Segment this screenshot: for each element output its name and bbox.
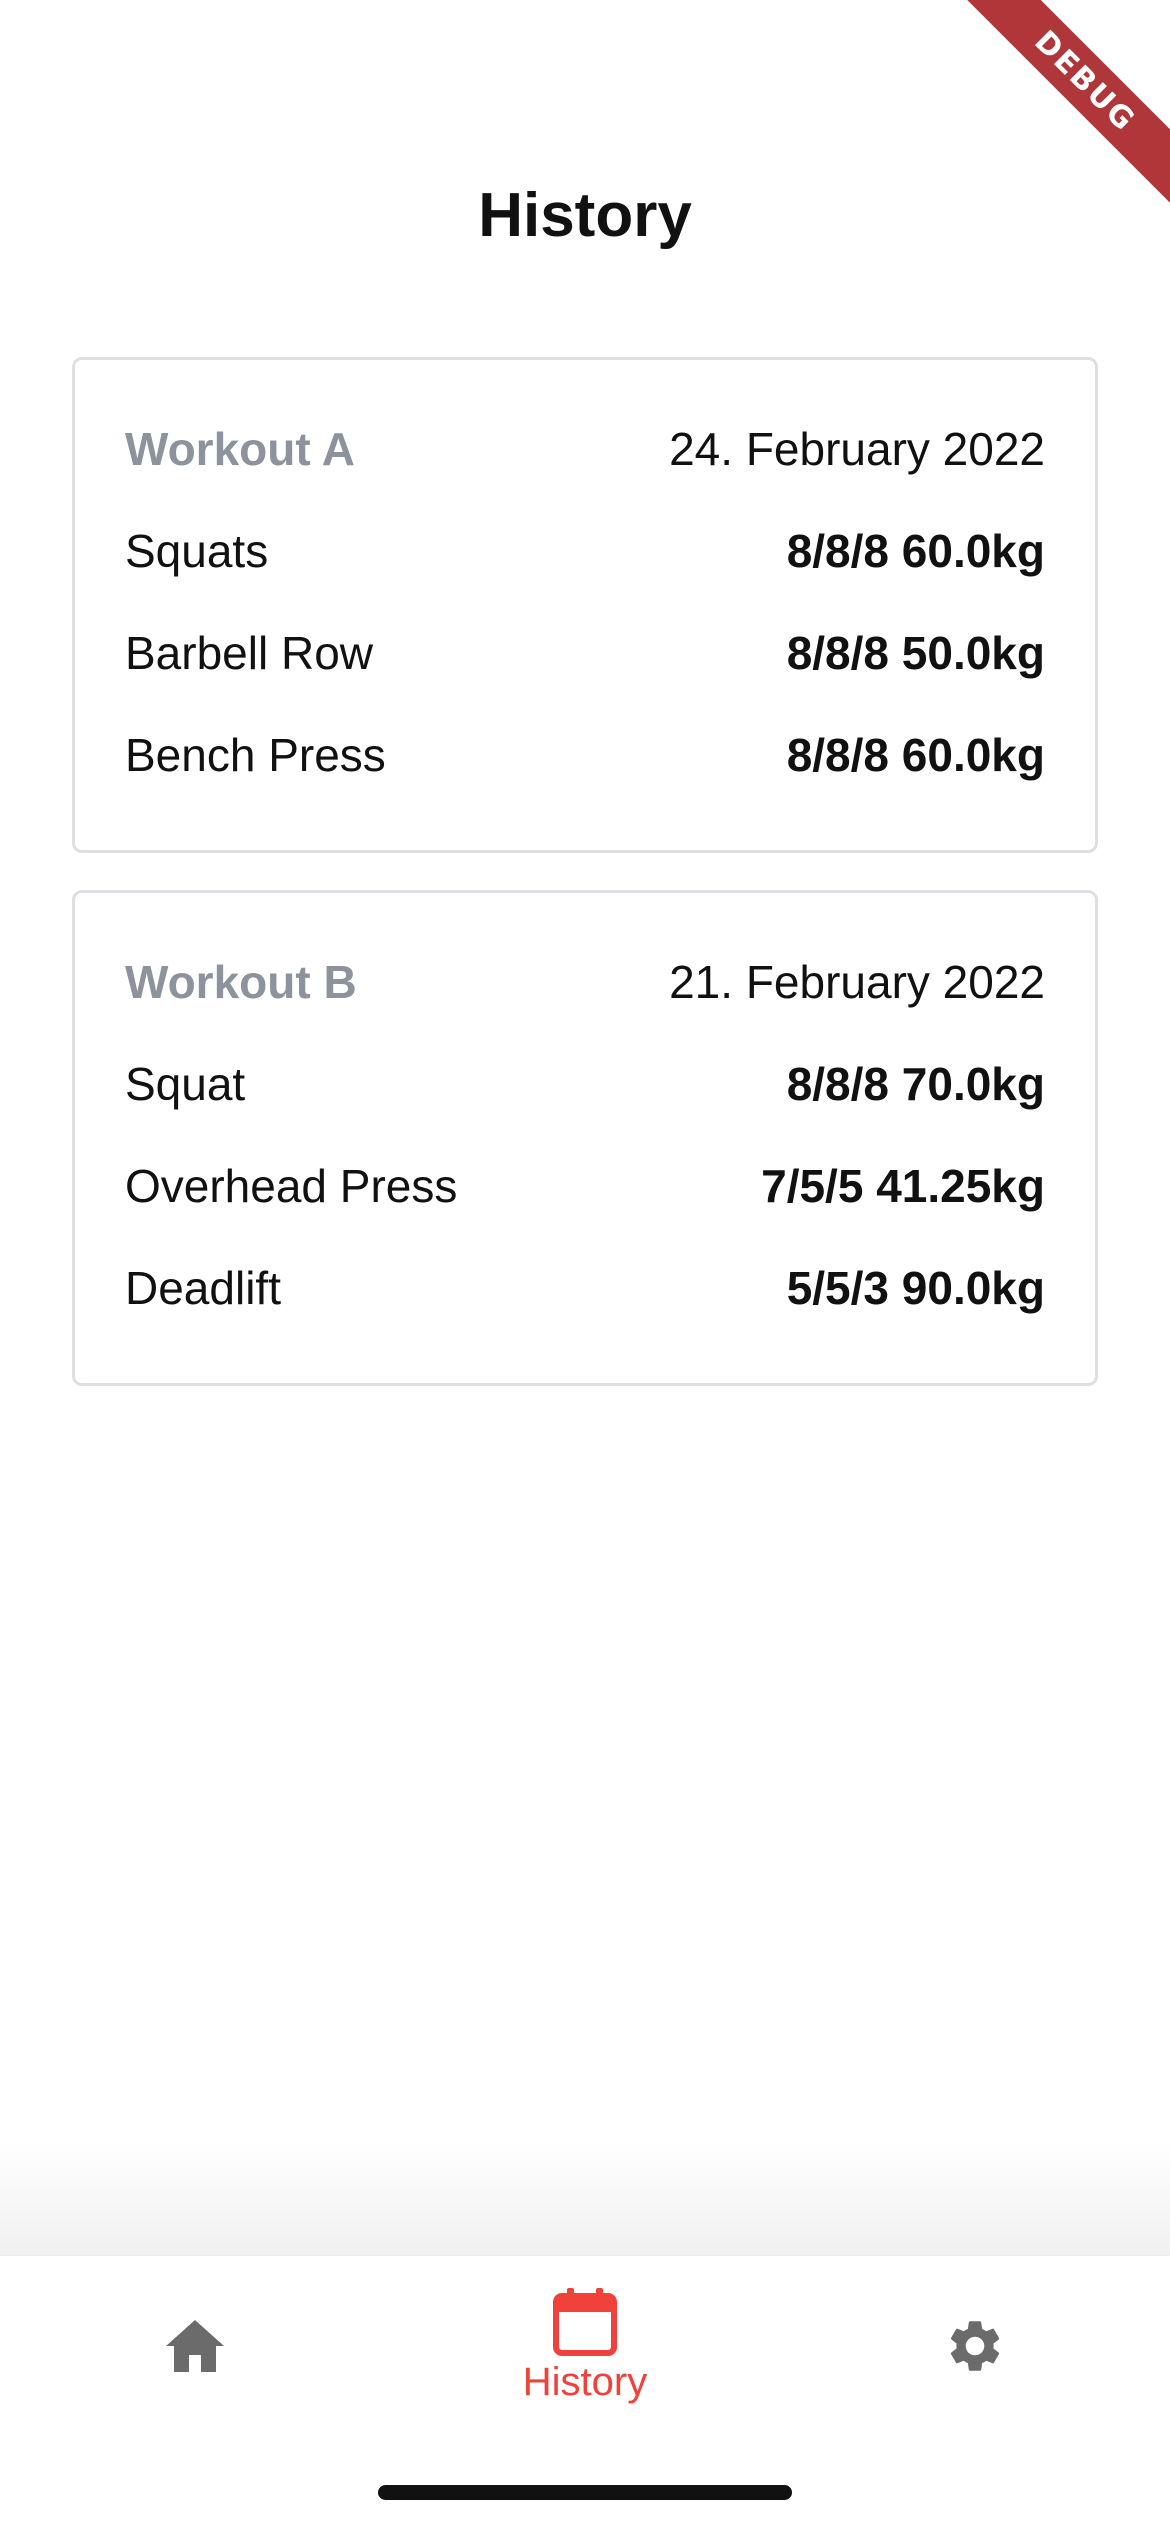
exercise-name: Bench Press bbox=[125, 729, 386, 781]
nav-item-history[interactable]: History bbox=[390, 2256, 780, 2436]
gear-icon bbox=[944, 2315, 1006, 2377]
workout-date: 24. February 2022 bbox=[669, 423, 1045, 475]
nav-item-settings[interactable] bbox=[780, 2256, 1170, 2436]
exercise-result: 8/8/8 60.0kg bbox=[786, 729, 1045, 781]
exercise-row: Overhead Press 7/5/5 41.25kg bbox=[125, 1155, 1045, 1217]
workout-name: Workout A bbox=[125, 423, 355, 475]
exercise-row: Squats 8/8/8 60.0kg bbox=[125, 520, 1045, 582]
exercise-row: Barbell Row 8/8/8 50.0kg bbox=[125, 622, 1045, 684]
exercise-row: Bench Press 8/8/8 60.0kg bbox=[125, 724, 1045, 786]
exercise-name: Deadlift bbox=[125, 1262, 281, 1314]
exercise-row: Deadlift 5/5/3 90.0kg bbox=[125, 1257, 1045, 1319]
bottom-nav-shadow bbox=[0, 2140, 1170, 2255]
exercise-result: 8/8/8 70.0kg bbox=[786, 1058, 1045, 1110]
workout-card[interactable]: Workout B 21. February 2022 Squat 8/8/8 … bbox=[72, 890, 1098, 1386]
workout-card[interactable]: Workout A 24. February 2022 Squats 8/8/8… bbox=[72, 357, 1098, 853]
workout-card-header: Workout A 24. February 2022 bbox=[125, 418, 1045, 480]
workout-history-list: Workout A 24. February 2022 Squats 8/8/8… bbox=[72, 357, 1098, 1423]
calendar-icon bbox=[553, 2287, 617, 2356]
exercise-result: 8/8/8 60.0kg bbox=[786, 525, 1045, 577]
workout-card-header: Workout B 21. February 2022 bbox=[125, 951, 1045, 1013]
exercise-result: 5/5/3 90.0kg bbox=[786, 1262, 1045, 1314]
exercise-row: Squat 8/8/8 70.0kg bbox=[125, 1053, 1045, 1115]
exercise-name: Overhead Press bbox=[125, 1160, 458, 1212]
exercise-result: 7/5/5 41.25kg bbox=[761, 1160, 1045, 1212]
home-icon bbox=[164, 2318, 226, 2374]
workout-name: Workout B bbox=[125, 956, 357, 1008]
exercise-name: Barbell Row bbox=[125, 627, 373, 679]
page-title: History bbox=[478, 181, 692, 250]
exercise-name: Squats bbox=[125, 525, 269, 577]
home-indicator[interactable] bbox=[378, 2485, 792, 2500]
workout-date: 21. February 2022 bbox=[669, 956, 1045, 1008]
exercise-result: 8/8/8 50.0kg bbox=[786, 627, 1045, 679]
nav-item-history-label: History bbox=[522, 2359, 648, 2404]
nav-item-home[interactable] bbox=[0, 2256, 390, 2436]
exercise-name: Squat bbox=[125, 1058, 246, 1110]
